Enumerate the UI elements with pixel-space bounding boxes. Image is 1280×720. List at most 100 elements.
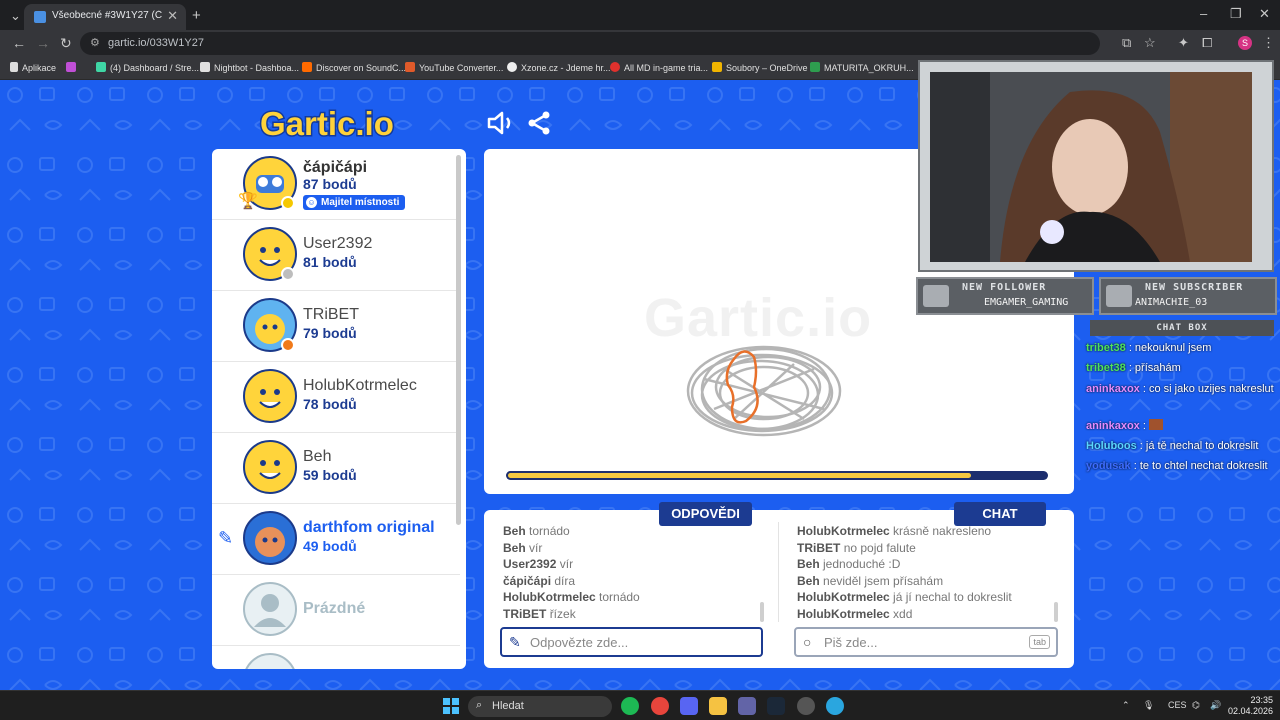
scribble-drawing (686, 345, 842, 437)
chat-scrollbar[interactable] (1054, 602, 1058, 622)
converter-icon (405, 62, 415, 72)
spotify-icon[interactable] (621, 697, 639, 715)
bookmark-star-icon[interactable]: ☆ (1144, 35, 1156, 51)
microphone-icon[interactable]: 🎙 (1143, 700, 1154, 711)
stream-chat-message: Holuboos : já tě nechal to dokreslit (1086, 440, 1259, 452)
apps-grid-icon (10, 62, 18, 72)
share-icon[interactable] (526, 110, 554, 136)
minimize-icon[interactable]: – (1200, 6, 1207, 21)
drive-icon (810, 62, 820, 72)
player-row[interactable]: Beh 59 bodů (212, 433, 460, 504)
player-avatar (243, 369, 297, 423)
tab-list-icon[interactable]: ⌄ (10, 8, 21, 24)
browser-toolbar: ← → ↻ ⚙ gartic.io/033W1Y27 ⧉ ☆ ✦ ⧠ ⋮ (0, 30, 1280, 57)
player-list-scrollbar[interactable] (456, 155, 461, 525)
bookmark-apps[interactable]: Aplikace (10, 62, 56, 73)
tab-key-hint: tab (1029, 635, 1050, 649)
bookmark-grid[interactable] (66, 62, 80, 73)
microsoft-icon (712, 62, 722, 72)
new-tab-icon[interactable]: + (192, 7, 201, 24)
player-score: 79 bodů (303, 325, 357, 341)
new-subscriber-label: NEW SUBSCRIBER (1145, 282, 1244, 293)
app-icon[interactable] (826, 697, 844, 715)
drawing-pencil-icon: ✎ (218, 528, 234, 548)
answers-scrollbar[interactable] (760, 602, 764, 622)
maximize-icon[interactable]: ❐ (1230, 6, 1242, 22)
player-score: 59 bodů (303, 467, 357, 483)
profile-avatar[interactable]: S (1238, 36, 1252, 50)
bookmark-onedrive[interactable]: Soubory – OneDrive (712, 62, 808, 73)
bookmark-dashboard[interactable]: (4) Dashboard / Stre... (96, 62, 199, 73)
player-row[interactable]: TRiBET 79 bodů (212, 291, 460, 362)
answer-input[interactable] (530, 633, 750, 652)
site-info-icon[interactable]: ⚙ (90, 36, 100, 49)
back-icon[interactable]: ← (12, 35, 26, 51)
user-icon (1106, 285, 1132, 307)
round-timer-bar (506, 471, 1048, 480)
language-indicator[interactable]: CES (1168, 700, 1187, 710)
browser-menu-icon[interactable]: ⋮ (1262, 35, 1275, 51)
file-explorer-icon[interactable] (709, 697, 727, 715)
tab-close-icon[interactable]: ✕ (167, 8, 178, 24)
answers-tab[interactable]: ODPOVĚDI (659, 502, 752, 526)
close-window-icon[interactable]: ✕ (1259, 6, 1270, 22)
player-avatar (243, 227, 297, 281)
answer-message: Beh tornádo (503, 524, 570, 538)
bookmark-soundcloud[interactable]: Discover on SoundC... (302, 62, 406, 73)
sound-toggle-icon[interactable] (486, 110, 516, 136)
chat-message: HolubKotrmelec krásně nakresleno (797, 524, 992, 538)
discord-icon[interactable] (680, 697, 698, 715)
search-icon: ⌕ (476, 699, 483, 711)
address-bar[interactable]: ⚙ gartic.io/033W1Y27 (80, 32, 1100, 55)
stream-chat-box: CHAT BOX tribet38 : nekouknul jsem tribe… (1086, 320, 1278, 500)
extensions-puzzle-icon[interactable]: ⧠ (1202, 35, 1212, 51)
obs-icon[interactable] (797, 697, 815, 715)
forward-icon[interactable]: → (36, 35, 50, 51)
bookmark-maturita[interactable]: MATURITA_OKRUH... (810, 62, 914, 73)
chat-message: Beh jednoduché :D (797, 557, 901, 572)
chat-field[interactable]: ○ tab (794, 627, 1058, 657)
new-follower-name: EMGAMER_GAMING (984, 297, 1069, 308)
empty-slot-label: Prázdné (303, 600, 366, 617)
answer-message: HolubKotrmelec tornádo (503, 590, 640, 605)
gartic-favicon-icon (34, 11, 46, 23)
bookmark-nightbot[interactable]: Nightbot - Dashboa... (200, 62, 299, 73)
player-row[interactable]: 🏆 čápičápi 87 bodů ☺ Majitel místnosti (212, 149, 460, 220)
chat-message: HolubKotrmelec xdd (797, 606, 913, 621)
install-app-icon[interactable]: ⧉ (1122, 35, 1131, 51)
volume-icon[interactable]: 🔊 (1210, 700, 1221, 711)
answer-field[interactable]: ✎ (500, 627, 763, 657)
reload-icon[interactable]: ↻ (60, 35, 72, 52)
chrome-icon[interactable] (651, 697, 669, 715)
network-icon[interactable]: ⌬ (1192, 700, 1200, 711)
browser-tab[interactable]: Všeobecné #3W1Y27 (Čeština) ✕ (24, 4, 186, 30)
teams-icon[interactable] (738, 697, 756, 715)
taskbar-search[interactable]: ⌕ Hledat (468, 696, 612, 717)
panel-divider (778, 522, 779, 622)
player-name: User2392 (303, 235, 373, 252)
player-row[interactable]: HolubKotrmelec 78 bodů (212, 362, 460, 433)
chat-tab[interactable]: CHAT (954, 502, 1046, 526)
bookmark-xzone[interactable]: Xzone.cz - Jdeme hr... (507, 62, 611, 73)
windows-start-icon[interactable] (443, 698, 459, 714)
answers-chat-panel: ODPOVĚDI CHAT Beh tornádo Beh vír User23… (484, 502, 1074, 668)
player-avatar (243, 298, 297, 352)
empty-avatar-icon (243, 582, 297, 636)
taskbar-clock[interactable]: 23:35 02.04.2026 (1228, 695, 1273, 717)
player-row[interactable]: User2392 81 bodů (212, 220, 460, 291)
tray-chevron-icon[interactable]: ⌃ (1122, 700, 1130, 711)
taskbar-search-label: Hledat (492, 700, 524, 712)
extension-icon[interactable]: ✦ (1178, 35, 1189, 51)
chat-message: TRiBET no pojd falute (797, 540, 916, 555)
gartic-logo: Gartic.io (259, 104, 396, 142)
player-row-drawing[interactable]: ✎ darthfom original 49 bodů (212, 504, 460, 575)
webcam-image (930, 72, 1252, 262)
nightbot-icon (200, 62, 210, 72)
pencil-icon: ✎ (509, 634, 521, 650)
steam-icon[interactable] (767, 697, 785, 715)
answer-message: Beh vír (503, 540, 543, 555)
chat-input[interactable] (824, 633, 1044, 652)
bookmark-md-triangles[interactable]: All MD in-game tria... (610, 62, 708, 73)
bookmark-youtube-converter[interactable]: YouTube Converter... (405, 62, 503, 73)
player-list: 🏆 čápičápi 87 bodů ☺ Majitel místnosti Us… (212, 149, 466, 669)
